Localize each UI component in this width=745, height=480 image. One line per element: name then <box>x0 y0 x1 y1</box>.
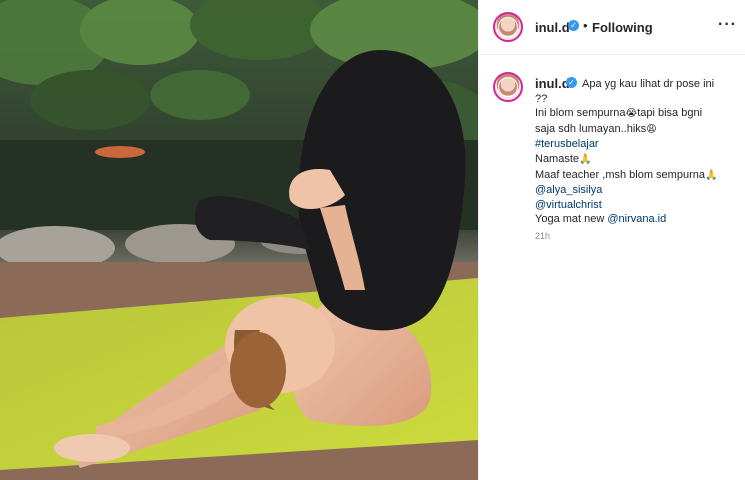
caption-text: Apa yg kau lihat dr pose ini ?? Ini blom… <box>535 77 735 227</box>
yoga-photo-illustration <box>0 0 478 480</box>
caption-line: saja sdh lumayan..hiks <box>535 122 647 135</box>
caption-line: ?? <box>535 92 548 105</box>
post-timestamp[interactable]: 21h <box>535 231 550 241</box>
mention-link[interactable]: @alya_sisilya <box>535 183 735 198</box>
verified-badge-icon: ✓ <box>566 77 577 88</box>
post-photo[interactable] <box>0 0 478 480</box>
caption-username-link[interactable]: inul.d <box>535 76 570 91</box>
more-options-icon[interactable]: ··· <box>718 15 737 35</box>
caption-line: tapi bisa bgni <box>637 107 703 120</box>
verified-badge-icon: ✓ <box>568 20 579 31</box>
caption-line: Namaste <box>535 152 580 165</box>
weary-emoji-icon: 😩 <box>646 123 657 135</box>
praying-hands-emoji-icon: 🙏 <box>579 153 592 165</box>
caption-avatar[interactable] <box>493 72 523 102</box>
caption-line: Ini blom sempurna <box>535 107 626 120</box>
username-link[interactable]: inul.d <box>535 20 570 35</box>
post-side-panel: inul.d ✓ • Following ··· Apa yg kau liha… <box>478 0 745 480</box>
avatar[interactable] <box>493 12 523 42</box>
mention-link[interactable]: @virtualchrist <box>535 198 735 213</box>
crying-emoji-icon: 😭 <box>625 108 638 120</box>
mention-link[interactable]: @nirvana.id <box>607 213 666 225</box>
praying-hands-emoji-icon: 🙏 <box>704 169 718 181</box>
caption-line: Yoga mat new <box>535 213 608 226</box>
caption-line: Apa yg kau lihat dr pose ini <box>582 78 715 90</box>
post-header: inul.d ✓ • Following ··· <box>479 0 745 55</box>
hashtag-link[interactable]: #terusbelajar <box>535 137 735 152</box>
separator-dot: • <box>583 18 588 33</box>
following-button[interactable]: Following <box>592 20 653 35</box>
caption-line: Maaf teacher ,msh blom sempurna <box>535 168 705 181</box>
